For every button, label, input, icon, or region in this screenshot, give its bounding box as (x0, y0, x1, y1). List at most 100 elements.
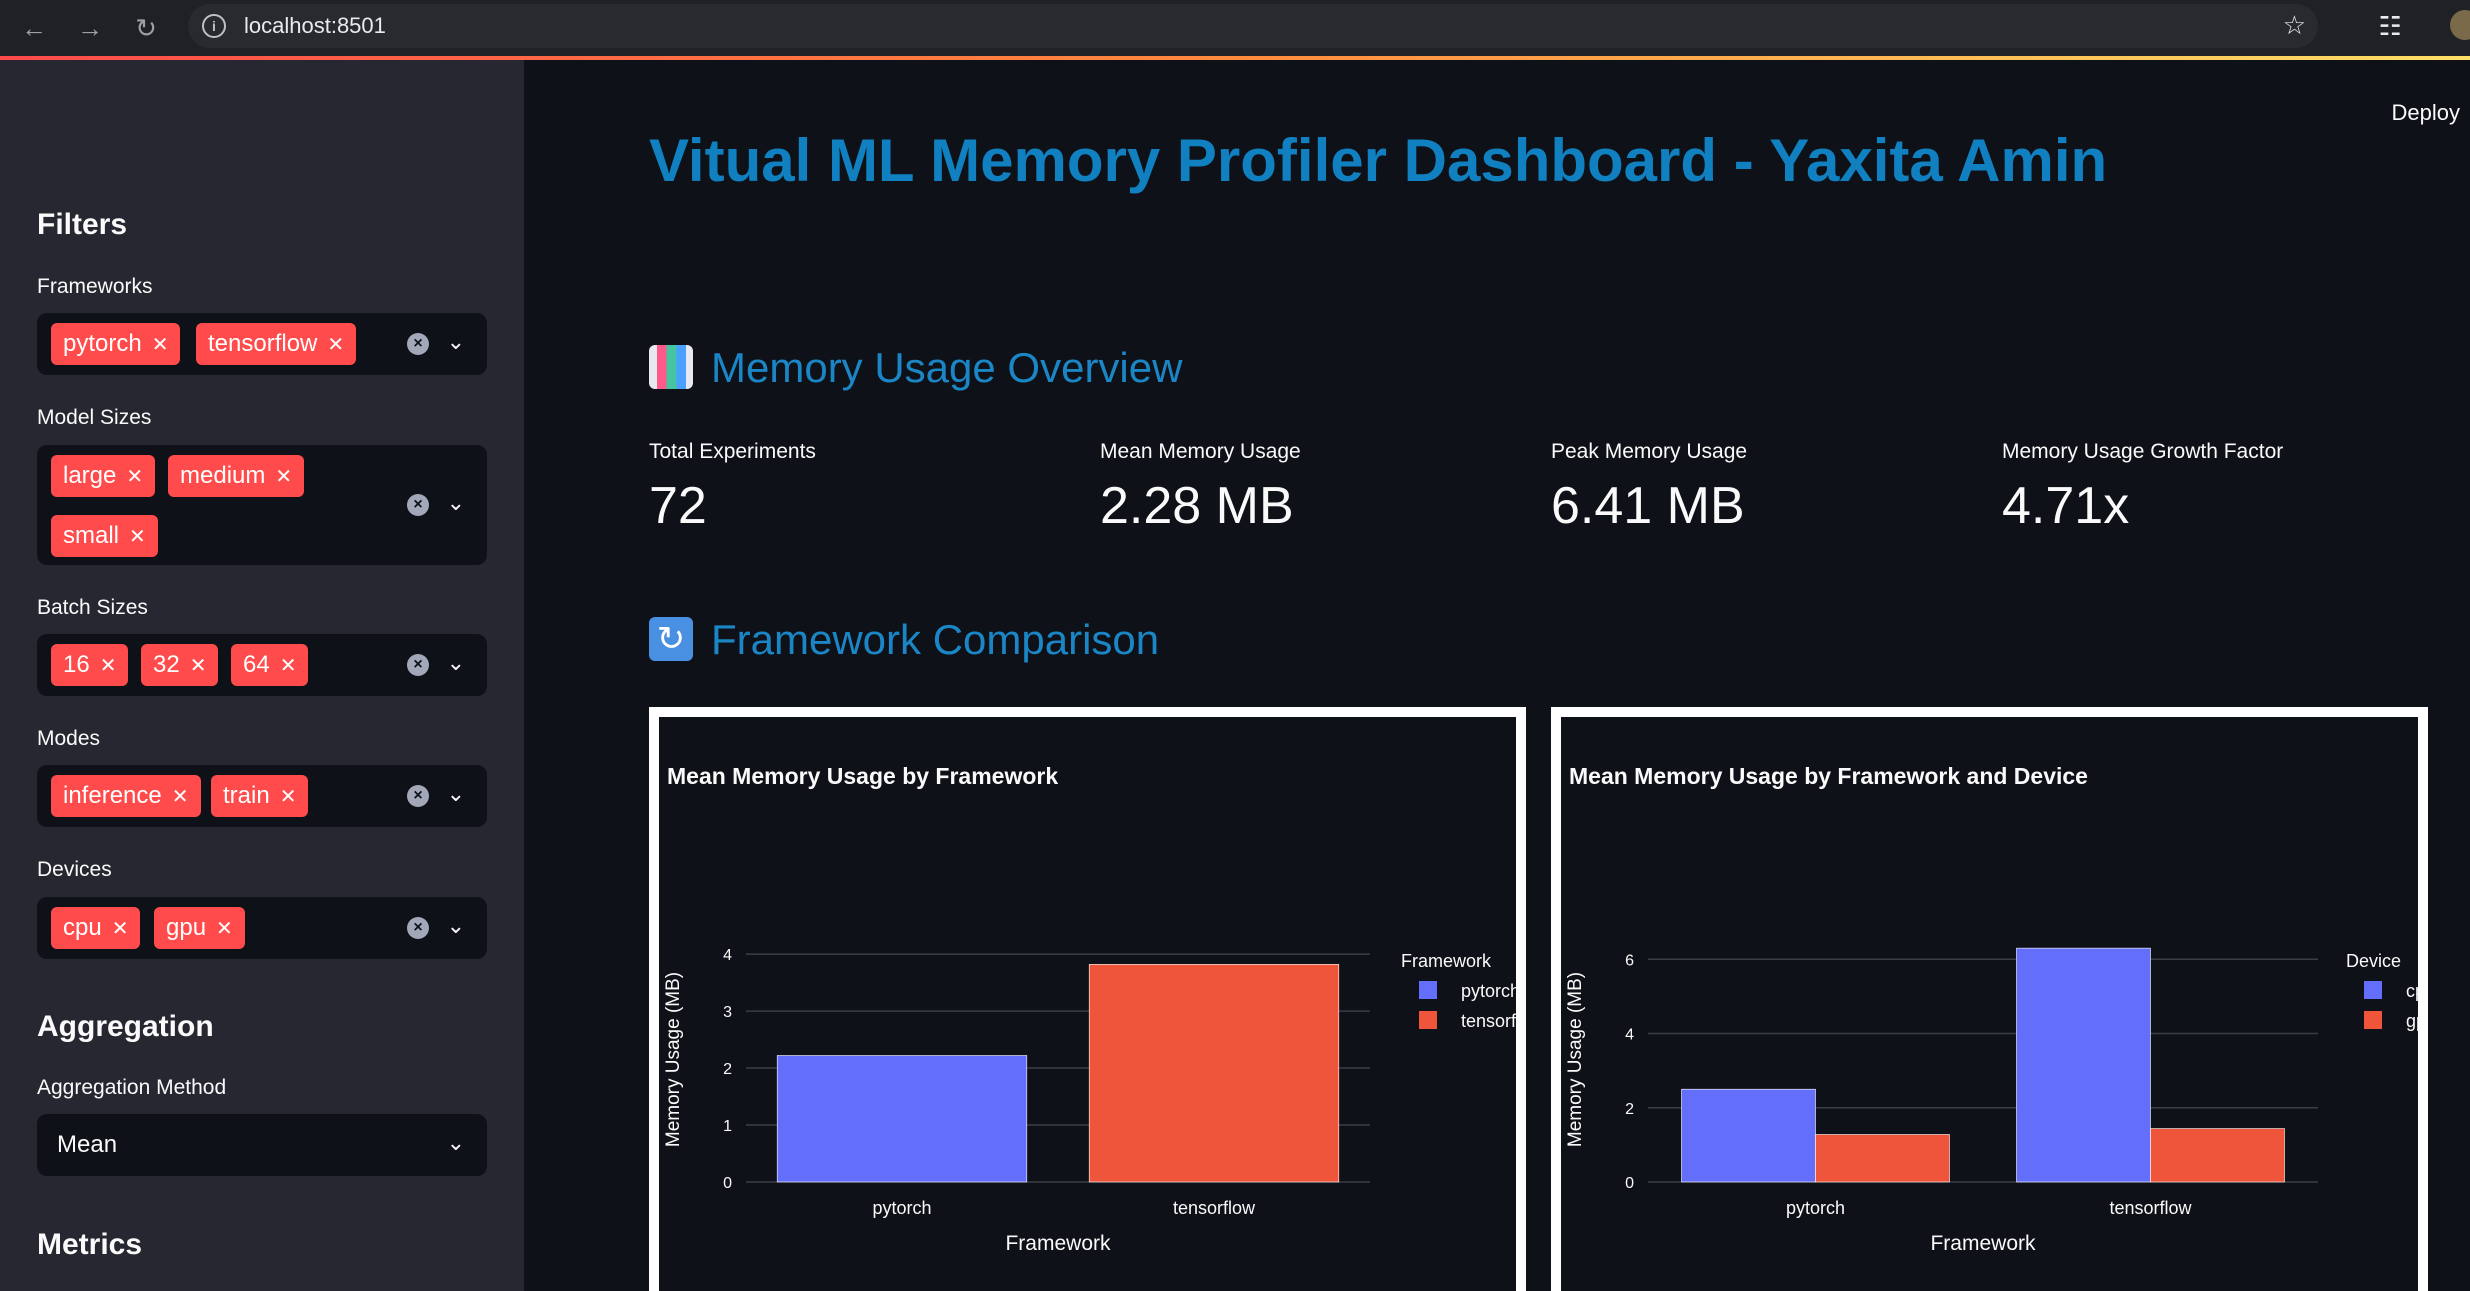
chip-64[interactable]: 64 ✕ (231, 644, 309, 686)
chevron-down-icon[interactable]: ⌄ (447, 329, 465, 355)
back-arrow-icon[interactable]: ← (14, 8, 54, 48)
bar-gpu-pytorch (1815, 1134, 1950, 1183)
chevron-down-icon[interactable]: ⌄ (447, 490, 465, 516)
legend-swatch (2364, 1011, 2382, 1029)
x-tick-label: pytorch (872, 1198, 931, 1218)
model-sizes-multiselect[interactable]: large ✕ medium ✕ small ✕ × ⌄ (37, 445, 487, 565)
chart-mean-memory-by-framework-device: Mean Memory Usage by Framework and Devic… (1561, 717, 2418, 1291)
bar-tensorflow (1088, 964, 1340, 1183)
main-content: Deploy Vitual ML Memory Profiler Dashboa… (524, 60, 2470, 1291)
remove-icon[interactable]: ✕ (172, 786, 189, 808)
aggregation-method-value: Mean (57, 1131, 118, 1158)
x-axis-label: Framework (1005, 1232, 1111, 1255)
chart-background (659, 717, 1516, 1291)
metric-label: Total Experiments (649, 440, 816, 463)
remove-icon[interactable]: ✕ (327, 334, 344, 356)
remove-icon[interactable]: ✕ (280, 786, 297, 808)
metric-label: Mean Memory Usage (1100, 440, 1301, 463)
y-tick-label: 1 (723, 1118, 732, 1135)
chip-train[interactable]: train ✕ (211, 775, 309, 817)
chevron-down-icon[interactable]: ⌄ (447, 650, 465, 676)
legend-swatch (1419, 981, 1437, 999)
bar-chart-icon (649, 344, 693, 389)
clear-all-icon[interactable]: × (407, 333, 429, 355)
aggregation-method-select[interactable]: Mean ⌄ (37, 1114, 487, 1176)
chip-16[interactable]: 16 ✕ (51, 644, 129, 686)
bar-gpu-tensorflow (2150, 1128, 2285, 1183)
metric-label: Peak Memory Usage (1551, 440, 1748, 463)
remove-icon[interactable]: ✕ (100, 655, 117, 677)
chevron-down-icon[interactable]: ⌄ (447, 781, 465, 807)
address-bar[interactable]: i localhost:8501 ☆ (188, 4, 2318, 48)
bookmark-star-icon[interactable]: ☆ (2283, 10, 2306, 41)
frameworks-label: Frameworks (37, 275, 153, 298)
site-info-icon[interactable]: i (202, 14, 226, 38)
clear-all-icon[interactable]: × (407, 785, 429, 807)
y-tick-label: 3 (723, 1004, 732, 1021)
remove-icon[interactable]: ✕ (216, 918, 233, 940)
metric-value: 72 (649, 477, 707, 535)
remove-icon[interactable]: ✕ (129, 526, 146, 548)
chip-large[interactable]: large ✕ (51, 455, 156, 497)
legend-title: Framework (1401, 951, 1492, 971)
model-sizes-label: Model Sizes (37, 406, 152, 429)
chip-pytorch[interactable]: pytorch ✕ (51, 323, 181, 365)
browser-chrome: ← → ↻ i localhost:8501 ☆ ☷ (0, 0, 2470, 56)
legend-swatch (1419, 1011, 1437, 1029)
devices-label: Devices (37, 858, 112, 881)
deploy-button[interactable]: Deploy (2392, 100, 2460, 126)
remove-icon[interactable]: ✕ (152, 334, 169, 356)
legend-item: tensorflow (1461, 1011, 1516, 1031)
batch-sizes-label: Batch Sizes (37, 596, 148, 619)
y-tick-label: 4 (1625, 1027, 1634, 1044)
forward-arrow-icon[interactable]: → (70, 8, 110, 48)
legend-swatch (2364, 981, 2382, 999)
y-tick-label: 6 (1625, 952, 1634, 969)
chart-card-framework-device: Mean Memory Usage by Framework and Devic… (1551, 707, 2428, 1291)
chip-tensorflow[interactable]: tensorflow ✕ (196, 323, 357, 365)
metric-label: Memory Usage Growth Factor (2002, 440, 2284, 463)
remove-icon[interactable]: ✕ (275, 466, 292, 488)
page-title: Vitual ML Memory Profiler Dashboard - Ya… (649, 127, 2108, 194)
chevron-down-icon[interactable]: ⌄ (447, 1130, 465, 1156)
chevron-down-icon[interactable]: ⌄ (447, 913, 465, 939)
metrics-heading: Metrics (37, 1228, 143, 1261)
x-tick-label: tensorflow (1173, 1198, 1256, 1218)
reload-icon[interactable]: ↻ (126, 8, 166, 48)
y-tick-label: 4 (723, 947, 732, 964)
x-tick-label: tensorflow (2109, 1198, 2192, 1218)
y-tick-label: 0 (723, 1175, 732, 1192)
remove-icon[interactable]: ✕ (280, 655, 297, 677)
bar-cpu-tensorflow (2016, 947, 2151, 1183)
remove-icon[interactable]: ✕ (190, 655, 207, 677)
overview-heading: Memory Usage Overview (649, 344, 1182, 393)
clear-all-icon[interactable]: × (407, 917, 429, 939)
remove-icon[interactable]: ✕ (126, 466, 143, 488)
chip-gpu[interactable]: gpu ✕ (154, 907, 245, 949)
frameworks-multiselect[interactable]: pytorch ✕ tensorflow ✕ × ⌄ (37, 313, 487, 375)
chip-32[interactable]: 32 ✕ (141, 644, 219, 686)
chip-inference[interactable]: inference ✕ (51, 775, 201, 817)
modes-label: Modes (37, 727, 101, 750)
chip-cpu[interactable]: cpu ✕ (51, 907, 141, 949)
x-axis-label: Framework (1930, 1232, 2036, 1255)
chart-mean-memory-by-framework: Mean Memory Usage by Framework 0 1 2 3 4 Memor… (659, 717, 1516, 1291)
remove-icon[interactable]: ✕ (112, 918, 129, 940)
legend-title: Device (2346, 951, 2401, 971)
clear-all-icon[interactable]: × (407, 494, 429, 516)
chart-card-framework: Mean Memory Usage by Framework 0 1 2 3 4 Memor… (649, 707, 1526, 1291)
bar-cpu-pytorch (1681, 1088, 1816, 1183)
chip-medium[interactable]: medium ✕ (168, 455, 305, 497)
chart-title: Mean Memory Usage by Framework and Devic… (1569, 763, 2088, 789)
bar-pytorch (776, 1055, 1028, 1183)
devices-multiselect[interactable]: cpu ✕ gpu ✕ × ⌄ (37, 897, 487, 959)
chip-small[interactable]: small ✕ (51, 515, 158, 557)
profile-avatar[interactable] (2450, 10, 2470, 40)
clear-all-icon[interactable]: × (407, 654, 429, 676)
metric-value: 6.41 MB (1551, 477, 1745, 535)
chart-background (1561, 717, 2418, 1291)
batch-sizes-multiselect[interactable]: 16 ✕ 32 ✕ 64 ✕ × ⌄ (37, 634, 487, 696)
legend-item: cpu (2406, 981, 2418, 1001)
modes-multiselect[interactable]: inference ✕ train ✕ × ⌄ (37, 765, 487, 827)
extensions-icon[interactable]: ☷ (2372, 8, 2408, 44)
